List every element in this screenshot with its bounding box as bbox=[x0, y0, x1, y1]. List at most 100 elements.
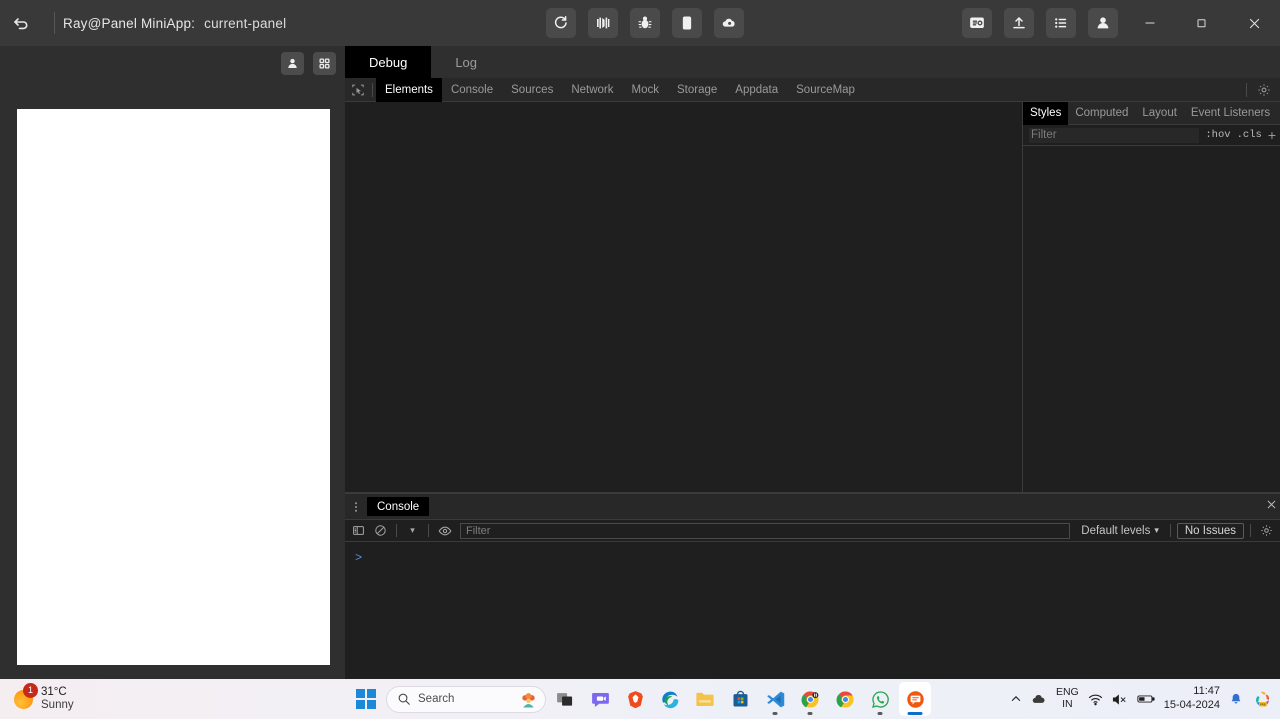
tab-sourcemap[interactable]: SourceMap bbox=[787, 78, 864, 102]
upload-button[interactable] bbox=[1004, 8, 1034, 38]
wifi-icon[interactable] bbox=[1088, 693, 1103, 706]
tab-layout[interactable]: Layout bbox=[1135, 102, 1184, 125]
page-title: Ray@Panel MiniApp: current-panel bbox=[63, 16, 286, 31]
remote-debug-button[interactable] bbox=[962, 8, 992, 38]
live-expression-icon[interactable] bbox=[435, 521, 454, 540]
weather-widget[interactable]: 1 31°C Sunny bbox=[0, 682, 74, 712]
windows-start-icon[interactable] bbox=[349, 682, 383, 716]
tab-event-listeners[interactable]: Event Listeners bbox=[1184, 102, 1277, 125]
close-icon[interactable] bbox=[1266, 498, 1277, 513]
application-window: Ray@Panel MiniApp: current-panel Debug L… bbox=[0, 0, 1280, 719]
back-arrow-icon[interactable] bbox=[0, 0, 44, 46]
volume-muted-icon[interactable] bbox=[1112, 693, 1128, 706]
new-style-rule-button[interactable]: + bbox=[1268, 127, 1280, 143]
console-filter-input[interactable]: Filter bbox=[460, 522, 1071, 539]
tab-appdata[interactable]: Appdata bbox=[726, 78, 787, 102]
gear-icon[interactable] bbox=[1254, 80, 1274, 100]
devtools-mode-tabs: Debug Log bbox=[345, 46, 1280, 78]
compile-button[interactable] bbox=[588, 8, 618, 38]
styles-sidebar-tabs: Styles Computed Layout Event Listeners » bbox=[1023, 101, 1280, 125]
gear-icon[interactable] bbox=[1257, 521, 1276, 540]
title-divider bbox=[54, 12, 55, 34]
tab-console[interactable]: Console bbox=[442, 78, 502, 102]
search-illustration-icon bbox=[518, 690, 539, 712]
console-toolbar-divider-4 bbox=[1250, 524, 1251, 537]
tab-network[interactable]: Network bbox=[562, 78, 622, 102]
details-button[interactable] bbox=[1046, 8, 1076, 38]
tab-storage[interactable]: Storage bbox=[668, 78, 726, 102]
vscode-icon[interactable] bbox=[759, 682, 791, 716]
panel-name-text: current-panel bbox=[204, 15, 287, 31]
clear-cache-button[interactable] bbox=[714, 8, 744, 38]
tab-mock[interactable]: Mock bbox=[623, 78, 668, 102]
close-button[interactable] bbox=[1234, 8, 1274, 38]
bell-icon[interactable] bbox=[1229, 692, 1243, 707]
tab-sources[interactable]: Sources bbox=[502, 78, 562, 102]
search-input[interactable]: Search bbox=[386, 685, 546, 713]
devtools-tab-strip: Elements Console Sources Network Mock St… bbox=[345, 77, 1280, 102]
chrome-beta-icon[interactable] bbox=[794, 682, 826, 716]
console-sidebar-icon[interactable] bbox=[349, 521, 368, 540]
cls-toggle[interactable]: .cls bbox=[1237, 129, 1262, 141]
title-bar-center-toolbar bbox=[546, 8, 744, 38]
folder-icon[interactable] bbox=[689, 682, 721, 716]
drawer-tab-console[interactable]: Console bbox=[367, 497, 430, 516]
elements-tree[interactable] bbox=[345, 102, 1023, 492]
cloud-icon[interactable] bbox=[1031, 692, 1047, 706]
search-placeholder: Search bbox=[418, 693, 455, 705]
maximize-button[interactable] bbox=[1182, 8, 1222, 38]
running-indicator bbox=[807, 712, 813, 715]
region-code: IN bbox=[1062, 698, 1073, 710]
svg-text:PRE: PRE bbox=[1260, 702, 1266, 706]
styles-filter-input[interactable]: Filter bbox=[1029, 127, 1200, 143]
simulator-toolbar bbox=[281, 52, 336, 75]
chat-icon[interactable] bbox=[584, 682, 616, 716]
drawer-tab-bar: Console bbox=[345, 494, 1280, 520]
task-view-icon[interactable] bbox=[549, 682, 581, 716]
console-prompt: > bbox=[355, 551, 363, 565]
tab-log[interactable]: Log bbox=[431, 46, 501, 78]
language-indicator[interactable]: ENG IN bbox=[1056, 687, 1079, 710]
actions-divider bbox=[1246, 82, 1247, 97]
tab-computed[interactable]: Computed bbox=[1068, 102, 1135, 125]
context-selector-dropdown[interactable]: ▾ bbox=[403, 521, 422, 540]
account-button[interactable] bbox=[1088, 8, 1118, 38]
store-icon[interactable] bbox=[724, 682, 756, 716]
simulator-screen[interactable] bbox=[17, 109, 330, 665]
inspect-element-icon[interactable] bbox=[345, 78, 371, 102]
console-output[interactable]: > bbox=[345, 542, 1280, 679]
battery-icon[interactable] bbox=[1137, 693, 1155, 705]
weather-temperature: 31°C bbox=[41, 685, 67, 698]
device-preview-button[interactable] bbox=[672, 8, 702, 38]
weather-condition: Sunny bbox=[41, 699, 74, 711]
chrome-icon[interactable] bbox=[829, 682, 861, 716]
refresh-button[interactable] bbox=[546, 8, 576, 38]
clear-console-icon[interactable] bbox=[371, 521, 390, 540]
tab-styles[interactable]: Styles bbox=[1023, 101, 1069, 125]
clock-date: 15-04-2024 bbox=[1163, 699, 1220, 711]
miniapp-devtools-icon[interactable] bbox=[899, 682, 931, 716]
console-levels-dropdown[interactable]: Default levels ▾ bbox=[1076, 525, 1164, 537]
chevron-up-icon[interactable] bbox=[1010, 693, 1022, 705]
more-options-icon[interactable] bbox=[345, 494, 367, 520]
minimize-button[interactable] bbox=[1130, 8, 1170, 38]
taskbar-center-group: Search bbox=[349, 682, 931, 716]
debug-button[interactable] bbox=[630, 8, 660, 38]
hov-toggle[interactable]: :hov bbox=[1205, 129, 1230, 141]
title-bar: Ray@Panel MiniApp: current-panel bbox=[0, 0, 1280, 46]
chevron-down-icon: ▾ bbox=[1154, 525, 1159, 535]
taskbar-clock[interactable]: 11:47 15-04-2024 bbox=[1164, 685, 1220, 713]
console-levels-label: Default levels bbox=[1081, 524, 1151, 537]
active-app-indicator bbox=[907, 712, 923, 715]
console-drawer: Console ▾ Filter Default levels ▾ No Iss… bbox=[345, 494, 1280, 679]
copilot-icon[interactable]: PRE bbox=[1252, 689, 1272, 709]
console-toolbar: ▾ Filter Default levels ▾ No Issues bbox=[345, 520, 1280, 542]
simulator-user-button[interactable] bbox=[281, 52, 304, 75]
brave-icon[interactable] bbox=[619, 682, 651, 716]
tab-debug[interactable]: Debug bbox=[345, 46, 432, 78]
whatsapp-icon[interactable] bbox=[864, 682, 896, 716]
no-issues-button[interactable]: No Issues bbox=[1176, 522, 1244, 539]
tab-elements[interactable]: Elements bbox=[376, 77, 442, 102]
simulator-grid-button[interactable] bbox=[313, 52, 336, 75]
edge-icon[interactable] bbox=[654, 682, 686, 716]
